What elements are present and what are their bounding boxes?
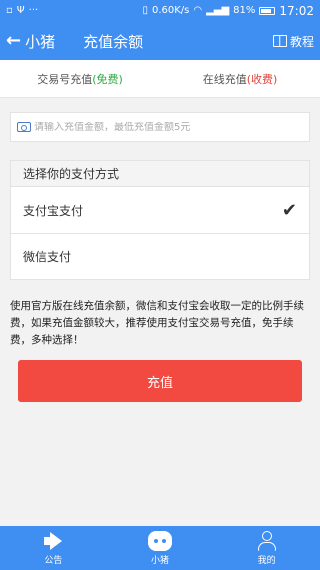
status-right: ▯ 0.60K/s ◠ ▂▄▆ 81% 17:02	[142, 4, 314, 18]
notification-icon: ▫	[6, 5, 13, 16]
recharge-tabs: 交易号充值(免费) 在线充值(收费)	[0, 60, 320, 98]
nav-label: 我的	[257, 555, 276, 566]
payment-method-header: 选择你的支付方式	[11, 161, 309, 187]
amount-field[interactable]	[10, 112, 310, 142]
nav-item-pig[interactable]: 小猪	[107, 526, 214, 570]
battery-percent: 81%	[233, 5, 256, 16]
pay-option-label: 支付宝支付	[23, 203, 84, 218]
usb-icon: Ψ	[16, 5, 25, 16]
tab-transaction-recharge[interactable]: 交易号充值(免费)	[0, 71, 160, 87]
nav-item-announcement[interactable]: 公告	[0, 526, 107, 570]
megaphone-icon	[42, 531, 64, 551]
fee-note: 使用官方版在线充值余额，微信和支付宝会收取一定的比例手续费，如果充值金额较大，推…	[10, 300, 304, 346]
book-icon	[272, 35, 287, 47]
back-arrow-icon: ←	[6, 30, 22, 51]
signal-icon: ▂▄▆	[206, 5, 230, 16]
pay-option-alipay[interactable]: 支付宝支付 ✔	[11, 187, 309, 233]
pay-option-label: 微信支付	[23, 250, 72, 264]
payment-method-panel: 选择你的支付方式 支付宝支付 ✔ 微信支付	[10, 160, 310, 280]
vibrate-icon: ▯	[142, 5, 148, 16]
nav-label: 公告	[44, 555, 63, 566]
battery-icon	[259, 7, 276, 15]
app-bar: ← 小猪 充值余额 教程	[0, 22, 320, 60]
pig-icon	[148, 530, 172, 551]
status-left: ▫ Ψ ···	[6, 6, 38, 16]
page-title: 充值余额	[83, 32, 144, 51]
bottom-nav: 公告 小猪 我的	[0, 526, 320, 570]
pay-option-wechat[interactable]: 微信支付	[11, 233, 309, 279]
tutorial-button[interactable]: 教程	[272, 33, 314, 50]
money-icon	[17, 122, 31, 132]
nav-item-mine[interactable]: 我的	[213, 526, 320, 570]
tab-tag-free: (免费)	[92, 72, 123, 86]
back-button[interactable]: ← 小猪	[6, 31, 55, 52]
nav-label: 小猪	[151, 555, 170, 566]
status-bar: ▫ Ψ ··· ▯ 0.60K/s ◠ ▂▄▆ 81% 17:02	[0, 0, 320, 22]
tab-label: 交易号充值	[37, 72, 93, 86]
tab-online-recharge[interactable]: 在线充值(收费)	[160, 71, 320, 87]
checkmark-icon: ✔	[281, 199, 297, 221]
amount-input[interactable]	[34, 121, 303, 133]
recharge-button[interactable]: 充值	[18, 360, 302, 402]
tutorial-label: 教程	[289, 34, 314, 49]
wifi-icon: ◠	[193, 5, 203, 16]
person-icon	[256, 530, 278, 551]
clock: 17:02	[279, 4, 314, 18]
more-icon: ···	[28, 5, 39, 16]
network-speed: 0.60K/s	[151, 5, 190, 16]
back-label: 小猪	[25, 32, 56, 51]
tab-tag-fee: (收费)	[246, 72, 278, 86]
tab-label: 在线充值	[202, 72, 247, 86]
